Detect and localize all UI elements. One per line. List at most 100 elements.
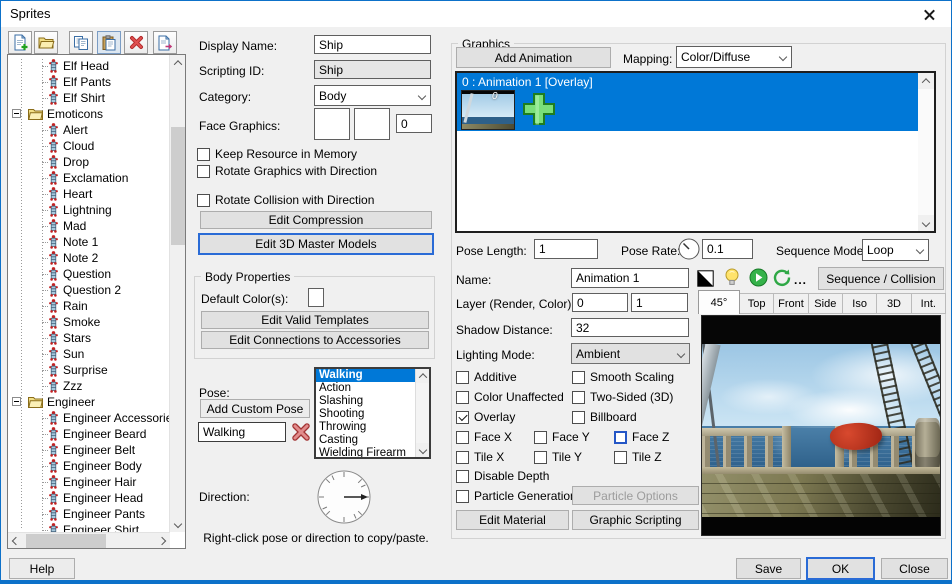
tree-item[interactable]: Elf Head bbox=[8, 58, 168, 74]
add-graphic-button[interactable] bbox=[521, 91, 557, 130]
tree-item[interactable]: Engineer Accessories bbox=[8, 410, 168, 426]
delete-pose-button[interactable] bbox=[291, 423, 311, 444]
tree-vertical-scrollbar[interactable] bbox=[169, 55, 185, 532]
more-options-button[interactable]: ... bbox=[794, 273, 807, 287]
checkbox-billboard[interactable]: Billboard bbox=[572, 410, 637, 424]
collapse-icon[interactable] bbox=[12, 109, 21, 118]
scroll-up-icon[interactable] bbox=[918, 73, 934, 89]
view-tab[interactable]: Iso bbox=[843, 293, 877, 314]
checkbox-rotate-collision[interactable]: Rotate Collision with Direction bbox=[197, 193, 374, 207]
ok-button[interactable]: OK bbox=[806, 557, 875, 580]
graphic-scripting-button[interactable]: Graphic Scripting bbox=[572, 510, 699, 530]
pose-rate-input[interactable] bbox=[702, 239, 753, 259]
checkbox-two-sided[interactable]: Two-Sided (3D) bbox=[572, 390, 673, 404]
checkbox-rotate-graphics[interactable]: Rotate Graphics with Direction bbox=[197, 164, 377, 178]
scroll-left-icon[interactable] bbox=[8, 533, 24, 549]
animation-name-input[interactable] bbox=[571, 268, 689, 288]
view-tab[interactable]: Front bbox=[774, 293, 808, 314]
checkbox-tile-x[interactable]: Tile X bbox=[456, 450, 504, 464]
export-button[interactable] bbox=[153, 31, 177, 54]
collapse-icon[interactable] bbox=[12, 397, 21, 406]
copy-button[interactable] bbox=[69, 31, 93, 54]
checkbox-smooth-scaling[interactable]: Smooth Scaling bbox=[572, 370, 674, 384]
edit-valid-templates-button[interactable]: Edit Valid Templates bbox=[201, 311, 429, 329]
pose-list-item[interactable]: Throwing bbox=[316, 421, 429, 434]
scroll-down-icon[interactable] bbox=[170, 516, 186, 532]
tree-item[interactable]: Emoticons bbox=[8, 106, 168, 122]
edit-3d-master-models-button[interactable]: Edit 3D Master Models bbox=[198, 233, 434, 255]
tree-item[interactable]: Elf Shirt bbox=[8, 90, 168, 106]
tree-item[interactable]: Engineer Body bbox=[8, 458, 168, 474]
view-tab[interactable]: Int. bbox=[912, 293, 946, 314]
checkbox-additive[interactable]: Additive bbox=[456, 370, 517, 384]
checkbox-tile-y[interactable]: Tile Y bbox=[534, 450, 582, 464]
help-button[interactable]: Help bbox=[9, 558, 75, 579]
tree-item[interactable]: Stars bbox=[8, 330, 168, 346]
sequence-mode-select[interactable]: Loop bbox=[862, 239, 929, 261]
scrollbar-thumb[interactable] bbox=[171, 127, 185, 245]
pose-list-item[interactable]: Wielding Firearm bbox=[316, 447, 429, 459]
tree-item[interactable]: Heart bbox=[8, 186, 168, 202]
view-tab[interactable]: Top bbox=[740, 293, 774, 314]
pose-list[interactable]: Walking Action Slashing Shooting Throwin… bbox=[314, 367, 431, 459]
tree-item[interactable]: Note 1 bbox=[8, 234, 168, 250]
tree-item[interactable]: Drop bbox=[8, 154, 168, 170]
pose-list-item[interactable]: Action bbox=[316, 382, 429, 395]
save-button[interactable]: Save bbox=[736, 558, 801, 579]
checkbox-face-z[interactable]: Face Z bbox=[614, 430, 669, 444]
layer-render-input[interactable] bbox=[572, 293, 628, 312]
pose-list-item[interactable]: Casting bbox=[316, 434, 429, 447]
scroll-right-icon[interactable] bbox=[154, 533, 170, 549]
tree-item[interactable]: Question bbox=[8, 266, 168, 282]
scroll-down-icon[interactable] bbox=[416, 443, 430, 457]
add-animation-button[interactable]: Add Animation bbox=[456, 47, 611, 68]
checkbox-face-y[interactable]: Face Y bbox=[534, 430, 590, 444]
checkbox-face-x[interactable]: Face X bbox=[456, 430, 512, 444]
animation-preview[interactable] bbox=[701, 315, 941, 536]
contrast-toggle-button[interactable] bbox=[697, 270, 714, 290]
pose-list-item[interactable]: Shooting bbox=[316, 408, 429, 421]
pose-list-scrollbar[interactable] bbox=[415, 369, 429, 457]
tree-item[interactable]: Smoke bbox=[8, 314, 168, 330]
tree-item[interactable]: Sun bbox=[8, 346, 168, 362]
tree-item[interactable]: Cloud bbox=[8, 138, 168, 154]
checkbox-tile-z[interactable]: Tile Z bbox=[614, 450, 662, 464]
tree-item[interactable]: Question 2 bbox=[8, 282, 168, 298]
face-graphics-count-input[interactable] bbox=[396, 114, 432, 133]
pose-list-item[interactable]: Slashing bbox=[316, 395, 429, 408]
new-sprite-button[interactable] bbox=[8, 31, 32, 54]
default-color-swatch[interactable] bbox=[308, 288, 324, 307]
scroll-up-icon[interactable] bbox=[416, 369, 430, 383]
tree-item[interactable]: Alert bbox=[8, 122, 168, 138]
animation-list-scrollbar[interactable] bbox=[918, 73, 934, 231]
pose-length-input[interactable] bbox=[534, 239, 598, 259]
tree-item[interactable]: Surprise bbox=[8, 362, 168, 378]
loop-playback-button[interactable] bbox=[772, 268, 792, 290]
category-select[interactable]: Body bbox=[314, 85, 431, 106]
current-pose-input[interactable] bbox=[198, 422, 286, 442]
checkbox-color-unaffected[interactable]: Color Unaffected bbox=[456, 390, 564, 404]
paste-button[interactable] bbox=[97, 31, 121, 54]
sprite-tree[interactable]: Elf Head Elf Pants Elf Shirt bbox=[7, 54, 186, 549]
tree-item[interactable]: Zzz bbox=[8, 378, 168, 394]
add-custom-pose-button[interactable]: Add Custom Pose bbox=[200, 399, 310, 418]
tree-item[interactable]: Lightning bbox=[8, 202, 168, 218]
mapping-select[interactable]: Color/Diffuse bbox=[676, 46, 792, 68]
tree-horizontal-scrollbar[interactable] bbox=[8, 532, 170, 548]
layer-color-input[interactable] bbox=[631, 293, 688, 312]
shadow-distance-input[interactable] bbox=[571, 318, 689, 337]
edit-connections-button[interactable]: Edit Connections to Accessories bbox=[201, 331, 429, 349]
checkbox-overlay[interactable]: Overlay bbox=[456, 410, 515, 424]
edit-material-button[interactable]: Edit Material bbox=[456, 510, 569, 530]
face-graphic-slot-2[interactable] bbox=[354, 108, 390, 140]
close-button-footer[interactable]: Close bbox=[881, 558, 948, 579]
face-graphic-slot-1[interactable] bbox=[314, 108, 350, 140]
scroll-up-icon[interactable] bbox=[170, 55, 186, 71]
view-tab[interactable]: 45° bbox=[698, 290, 740, 314]
checkbox-keep-resource[interactable]: Keep Resource in Memory bbox=[197, 147, 357, 161]
tree-item[interactable]: Engineer Beard bbox=[8, 426, 168, 442]
display-name-input[interactable] bbox=[314, 35, 431, 54]
tree-item[interactable]: Engineer Belt bbox=[8, 442, 168, 458]
tree-item[interactable]: Note 2 bbox=[8, 250, 168, 266]
sequence-collision-button[interactable]: Sequence / Collision bbox=[818, 267, 944, 290]
